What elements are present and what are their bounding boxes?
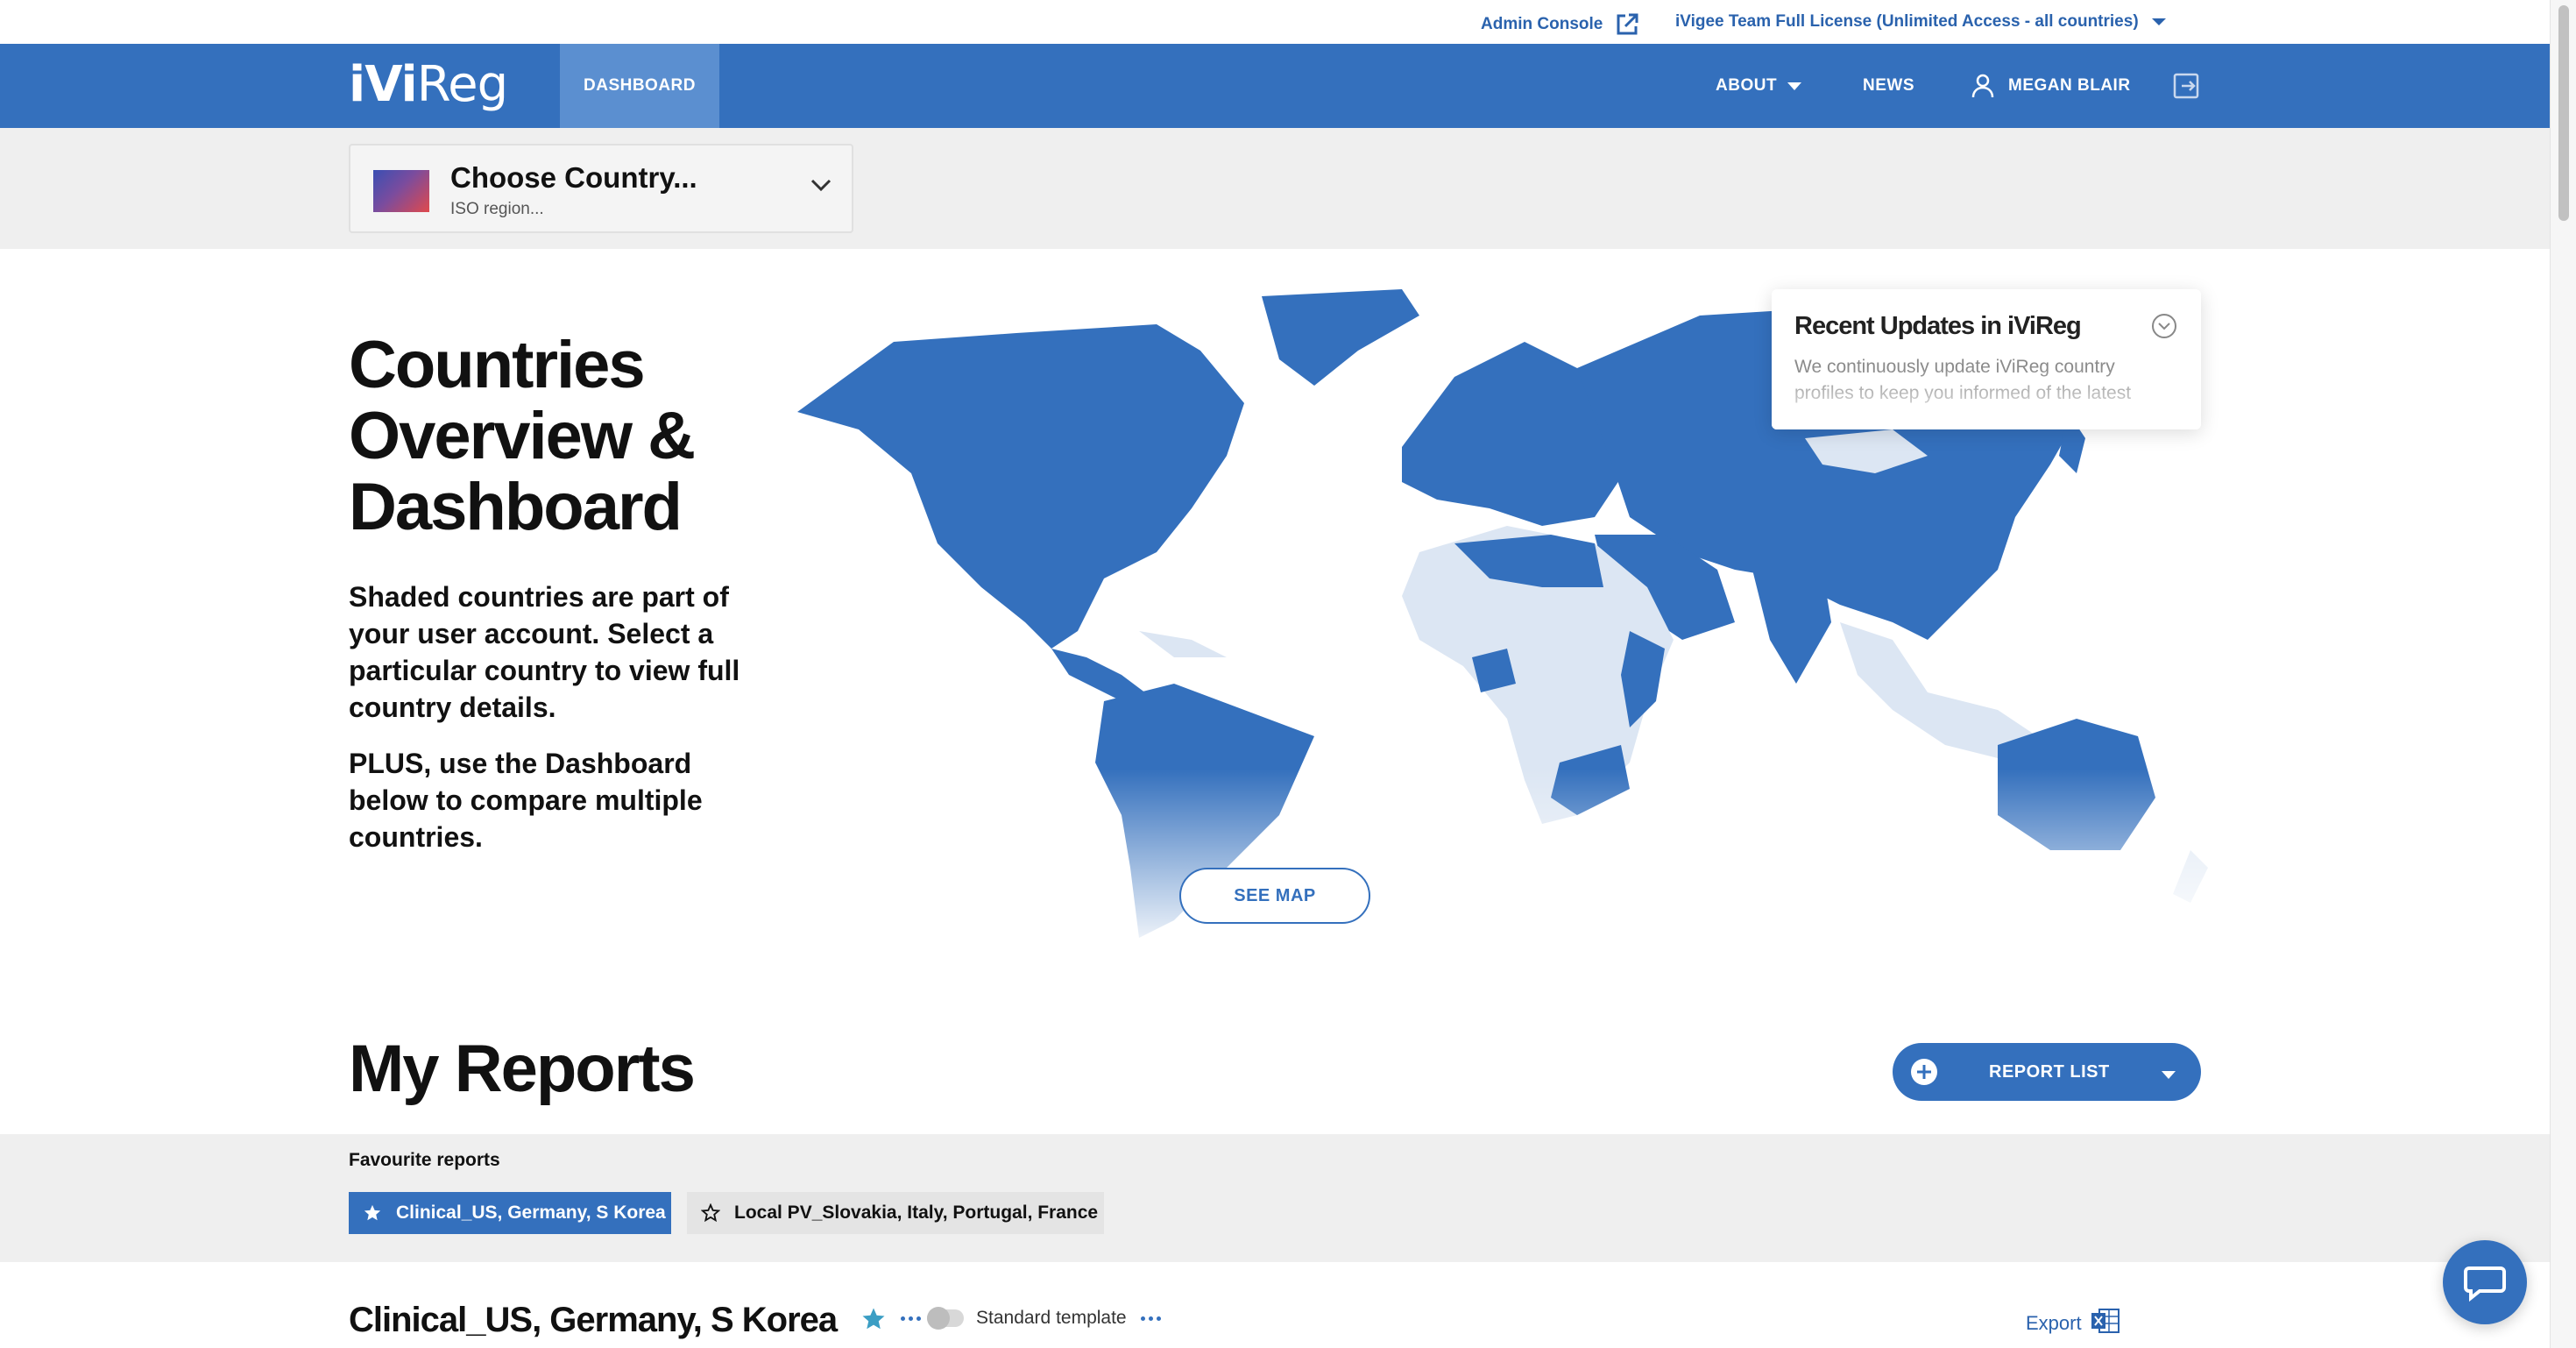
country-chooser-title: Choose Country... <box>450 161 697 194</box>
hero-dashboard-hint: PLUS, use the Dashboard below to compare… <box>349 748 703 853</box>
export-button[interactable]: Export <box>2026 1308 2120 1339</box>
report-list-label: REPORT LIST <box>1989 1062 2110 1082</box>
nav-user-label: MEGAN BLAIR <box>2008 76 2131 95</box>
chat-button[interactable] <box>2443 1240 2527 1324</box>
license-selector[interactable]: iVigee Team Full License (Unlimited Acce… <box>1675 12 2167 32</box>
license-label: iVigee Team Full License (Unlimited Acce… <box>1675 12 2139 31</box>
see-map-button[interactable]: SEE MAP <box>1179 868 1370 924</box>
country-chooser-subtitle: ISO region... <box>450 200 544 218</box>
chat-icon <box>2462 1259 2508 1305</box>
admin-console-link[interactable]: Admin Console <box>1481 12 1639 37</box>
nav-dashboard[interactable]: DASHBOARD <box>560 44 719 128</box>
favourite-report-chip[interactable]: Clinical_US, Germany, S Korea <box>349 1192 671 1234</box>
current-report-header: Clinical_US, Germany, S Korea Standard t… <box>349 1295 2201 1344</box>
country-flag <box>373 170 429 212</box>
user-icon <box>1971 74 1994 98</box>
hero-description: Shaded countries are part of your user a… <box>349 581 740 723</box>
favourite-reports-strip: Favourite reports Clinical_US, Germany, … <box>0 1134 2550 1262</box>
logo-reg: Reg <box>416 56 508 113</box>
ivireg-logo[interactable]: iViReg <box>349 56 508 113</box>
chevron-down-icon <box>1787 82 1802 90</box>
star-icon <box>363 1203 382 1223</box>
nav-user[interactable]: MEGAN BLAIR <box>1971 44 2131 128</box>
current-report-name: Clinical_US, Germany, S Korea <box>349 1301 838 1339</box>
chevron-down-icon[interactable] <box>2150 312 2178 344</box>
nav-about[interactable]: ABOUT <box>1716 44 1802 128</box>
export-label: Export <box>2026 1312 2082 1334</box>
main-navbar: iViReg DASHBOARD ABOUT NEWS MEGAN BLAIR <box>0 44 2550 128</box>
plus-circle-icon <box>1910 1058 1938 1090</box>
template-toggle[interactable] <box>927 1307 964 1330</box>
page-scrollbar[interactable] <box>2550 0 2576 1348</box>
favourite-report-label: Clinical_US, Germany, S Korea <box>396 1203 666 1223</box>
country-chooser-strip: Choose Country... ISO region... <box>0 128 2550 249</box>
chevron-down-icon <box>810 177 832 197</box>
nav-news[interactable]: NEWS <box>1863 44 1914 128</box>
chevron-down-icon <box>2161 1068 2176 1084</box>
logo-ivi: iVi <box>349 56 418 113</box>
chevron-down-icon <box>2151 17 2167 27</box>
favourite-report-label: Local PV_Slovakia, Italy, Portugal, Fran… <box>734 1203 1099 1223</box>
page-title: Countries Overview & Dashboard <box>349 328 696 544</box>
my-reports-title: My Reports <box>349 1032 696 1106</box>
utility-bar: Admin Console iVigee Team Full License (… <box>0 0 2550 44</box>
recent-updates-card[interactable]: Recent Updates in iViReg We continuously… <box>1772 289 2201 429</box>
recent-updates-title: Recent Updates in iViReg <box>1794 312 2082 340</box>
admin-console-label: Admin Console <box>1481 15 1603 33</box>
report-list-button[interactable]: REPORT LIST <box>1893 1043 2201 1101</box>
favourites-label: Favourite reports <box>349 1150 500 1170</box>
star-icon[interactable] <box>860 1306 887 1337</box>
recent-updates-fade <box>1772 368 2201 429</box>
external-link-icon <box>1615 12 1639 37</box>
logout-icon <box>2173 73 2199 99</box>
excel-icon <box>2091 1308 2120 1339</box>
more-dots-icon[interactable] <box>901 1316 921 1321</box>
template-label: Standard template <box>976 1308 1127 1328</box>
logout-button[interactable] <box>2173 44 2199 128</box>
more-dots-icon[interactable] <box>1141 1316 1161 1321</box>
nav-about-label: ABOUT <box>1716 76 1778 95</box>
country-chooser[interactable]: Choose Country... ISO region... <box>349 144 853 233</box>
scrollbar-thumb[interactable] <box>2558 5 2569 221</box>
star-outline-icon <box>701 1203 720 1223</box>
favourite-report-chip[interactable]: Local PV_Slovakia, Italy, Portugal, Fran… <box>687 1192 1104 1234</box>
